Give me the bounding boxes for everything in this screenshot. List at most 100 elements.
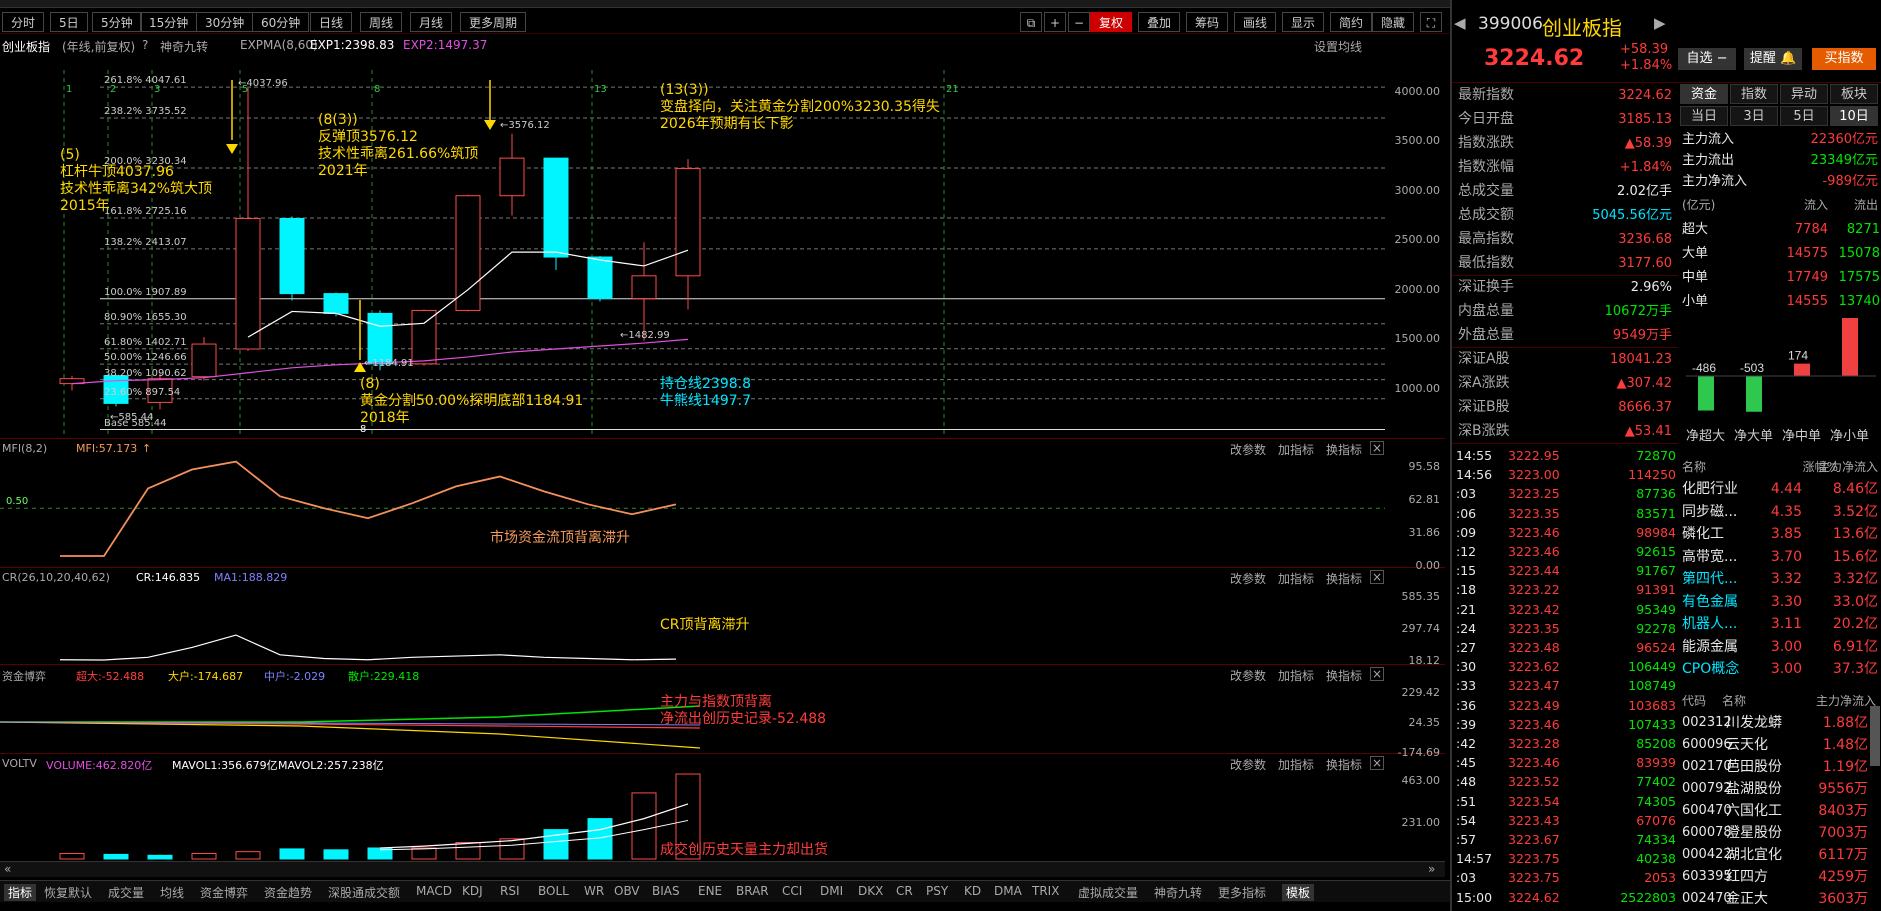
panel-button[interactable]: 加指标 xyxy=(1278,570,1314,587)
indicator-tab[interactable]: MACD xyxy=(416,884,452,898)
sector-name[interactable]: 机器人... xyxy=(1682,613,1737,635)
stock-name[interactable]: 澄星股份 xyxy=(1726,822,1782,844)
hide-button[interactable]: 隐藏 xyxy=(1372,12,1415,32)
alert-button[interactable]: 提醒 🔔 xyxy=(1744,48,1802,70)
panel-button[interactable]: 加指标 xyxy=(1278,756,1314,773)
panel-button[interactable]: 加指标 xyxy=(1278,441,1314,458)
period-60min[interactable]: 60分钟 xyxy=(252,12,310,32)
period-tab[interactable]: 3日 xyxy=(1730,106,1778,126)
indicator-tab[interactable]: DMA xyxy=(994,884,1022,898)
indicator-tab[interactable]: TRIX xyxy=(1032,884,1059,898)
indicator-tab[interactable]: PSY xyxy=(926,884,948,898)
sector-name[interactable]: 有色金属 xyxy=(1682,591,1738,613)
period-30min[interactable]: 30分钟 xyxy=(196,12,254,32)
indicator-tab[interactable]: 模板 xyxy=(1282,884,1315,901)
indicator-tab[interactable]: OBV xyxy=(614,884,640,898)
stock-code[interactable]: 600096 xyxy=(1682,734,1732,756)
period-day[interactable]: 日线 xyxy=(310,12,353,32)
indicator-tab[interactable]: 深股通成交额 xyxy=(328,884,400,901)
overlay-button[interactable]: 叠加 xyxy=(1138,12,1181,32)
stock-code[interactable]: 002470 xyxy=(1682,888,1732,910)
stock-name[interactable]: 云天化 xyxy=(1726,734,1768,756)
stock-code[interactable]: 600470 xyxy=(1682,800,1732,822)
stock-name[interactable]: 盐湖股份 xyxy=(1726,778,1782,800)
indicator-tab[interactable]: BRAR xyxy=(736,884,769,898)
period-tab[interactable]: 10日 xyxy=(1830,106,1878,126)
stock-code[interactable]: 000422 xyxy=(1682,844,1732,866)
period-week[interactable]: 周线 xyxy=(360,12,403,32)
chips-button[interactable]: 筹码 xyxy=(1186,12,1229,32)
sector-name[interactable]: 同步磁... xyxy=(1682,501,1737,523)
panel-button[interactable]: 改参数 xyxy=(1230,756,1266,773)
draw-button[interactable]: 画线 xyxy=(1234,12,1277,32)
indicator-tab[interactable]: KD xyxy=(964,884,981,898)
panel-button[interactable]: 换指标 xyxy=(1326,441,1362,458)
sector-name[interactable]: 第四代... xyxy=(1682,568,1737,590)
period-15min[interactable]: 15分钟 xyxy=(140,12,198,32)
stock-code[interactable]: 603395 xyxy=(1682,866,1732,888)
ma-settings-button[interactable]: 设置均线 xyxy=(1314,38,1362,55)
mfi-chart[interactable] xyxy=(0,456,1445,566)
panel-button[interactable]: 改参数 xyxy=(1230,570,1266,587)
zoom-in-icon[interactable]: + xyxy=(1044,12,1066,32)
indicator-tab[interactable]: RSI xyxy=(500,884,520,898)
indicator-tab[interactable]: 恢复默认 xyxy=(44,884,92,901)
prev-icon[interactable]: ◀ xyxy=(1454,14,1466,32)
close-panel-icon[interactable]: × xyxy=(1370,441,1384,455)
stock-code[interactable]: 000792 xyxy=(1682,778,1732,800)
fund-tab[interactable]: 资金 xyxy=(1680,84,1728,104)
indicator-tab[interactable]: DKX xyxy=(858,884,883,898)
fund-tab[interactable]: 板块 xyxy=(1830,84,1878,104)
sector-name[interactable]: 化肥行业 xyxy=(1682,478,1738,500)
period-month[interactable]: 月线 xyxy=(410,12,453,32)
indicator-tab[interactable]: BOLL xyxy=(538,884,569,898)
stock-name[interactable]: 芭田股份 xyxy=(1726,756,1782,778)
indicator-tab[interactable]: 神奇九转 xyxy=(1154,884,1202,901)
indicator-tab[interactable]: 虚拟成交量 xyxy=(1078,884,1138,901)
watch-button[interactable]: 自选 − xyxy=(1678,48,1736,70)
indicator-tab[interactable]: DMI xyxy=(820,884,843,898)
stock-name[interactable]: 川发龙蟒 xyxy=(1726,712,1782,734)
sector-name[interactable]: 高带宽... xyxy=(1682,546,1737,568)
fund-tab[interactable]: 指数 xyxy=(1730,84,1778,104)
close-panel-icon[interactable]: × xyxy=(1370,570,1384,584)
stock-name[interactable]: 金正大 xyxy=(1726,888,1768,910)
close-panel-icon[interactable]: × xyxy=(1370,667,1384,681)
window-icon[interactable]: ⧉ xyxy=(1020,12,1042,32)
indicator-tab[interactable]: CR xyxy=(896,884,913,898)
period-tab[interactable]: 当日 xyxy=(1680,106,1728,126)
scroll-right-icon[interactable]: » xyxy=(1428,862,1435,876)
simple-button[interactable]: 简约 xyxy=(1330,12,1373,32)
panel-button[interactable]: 换指标 xyxy=(1326,756,1362,773)
stock-name[interactable]: 六国化工 xyxy=(1726,800,1782,822)
panel-button[interactable]: 加指标 xyxy=(1278,667,1314,684)
buy-button[interactable]: 买指数 xyxy=(1812,48,1876,70)
horizontal-scrollbar[interactable]: « » xyxy=(0,861,1445,877)
panel-button[interactable]: 换指标 xyxy=(1326,570,1362,587)
stock-code[interactable]: 002312 xyxy=(1682,712,1732,734)
stock-scrollbar[interactable] xyxy=(1870,706,1880,766)
panel-button[interactable]: 改参数 xyxy=(1230,441,1266,458)
stock-code[interactable]: 002170 xyxy=(1682,756,1732,778)
next-icon[interactable]: ▶ xyxy=(1654,14,1666,32)
stock-name[interactable]: 红四方 xyxy=(1726,866,1768,888)
help-icon[interactable]: ? xyxy=(142,38,148,52)
sector-name[interactable]: CPO概念 xyxy=(1682,658,1739,680)
display-button[interactable]: 显示 xyxy=(1282,12,1325,32)
indicator-tab[interactable]: 更多指标 xyxy=(1218,884,1266,901)
stock-name[interactable]: 湖北宜化 xyxy=(1726,844,1782,866)
indicator-tab[interactable]: 资金趋势 xyxy=(264,884,312,901)
indicator-tab[interactable]: CCI xyxy=(782,884,802,898)
period-more[interactable]: 更多周期 xyxy=(460,12,527,32)
indicator-tab[interactable]: 均线 xyxy=(160,884,184,901)
stock-code[interactable]: 600078 xyxy=(1682,822,1732,844)
fund-tab[interactable]: 异动 xyxy=(1780,84,1828,104)
indicator-tab[interactable]: KDJ xyxy=(462,884,483,898)
panel-button[interactable]: 换指标 xyxy=(1326,667,1362,684)
scroll-left-icon[interactable]: « xyxy=(4,862,11,876)
period-tab[interactable]: 5日 xyxy=(1780,106,1828,126)
period-5min[interactable]: 5分钟 xyxy=(92,12,142,32)
period-fenshi[interactable]: 分时 xyxy=(2,12,45,32)
indicator-tab[interactable]: ENE xyxy=(698,884,722,898)
sector-name[interactable]: 能源金属 xyxy=(1682,636,1738,658)
